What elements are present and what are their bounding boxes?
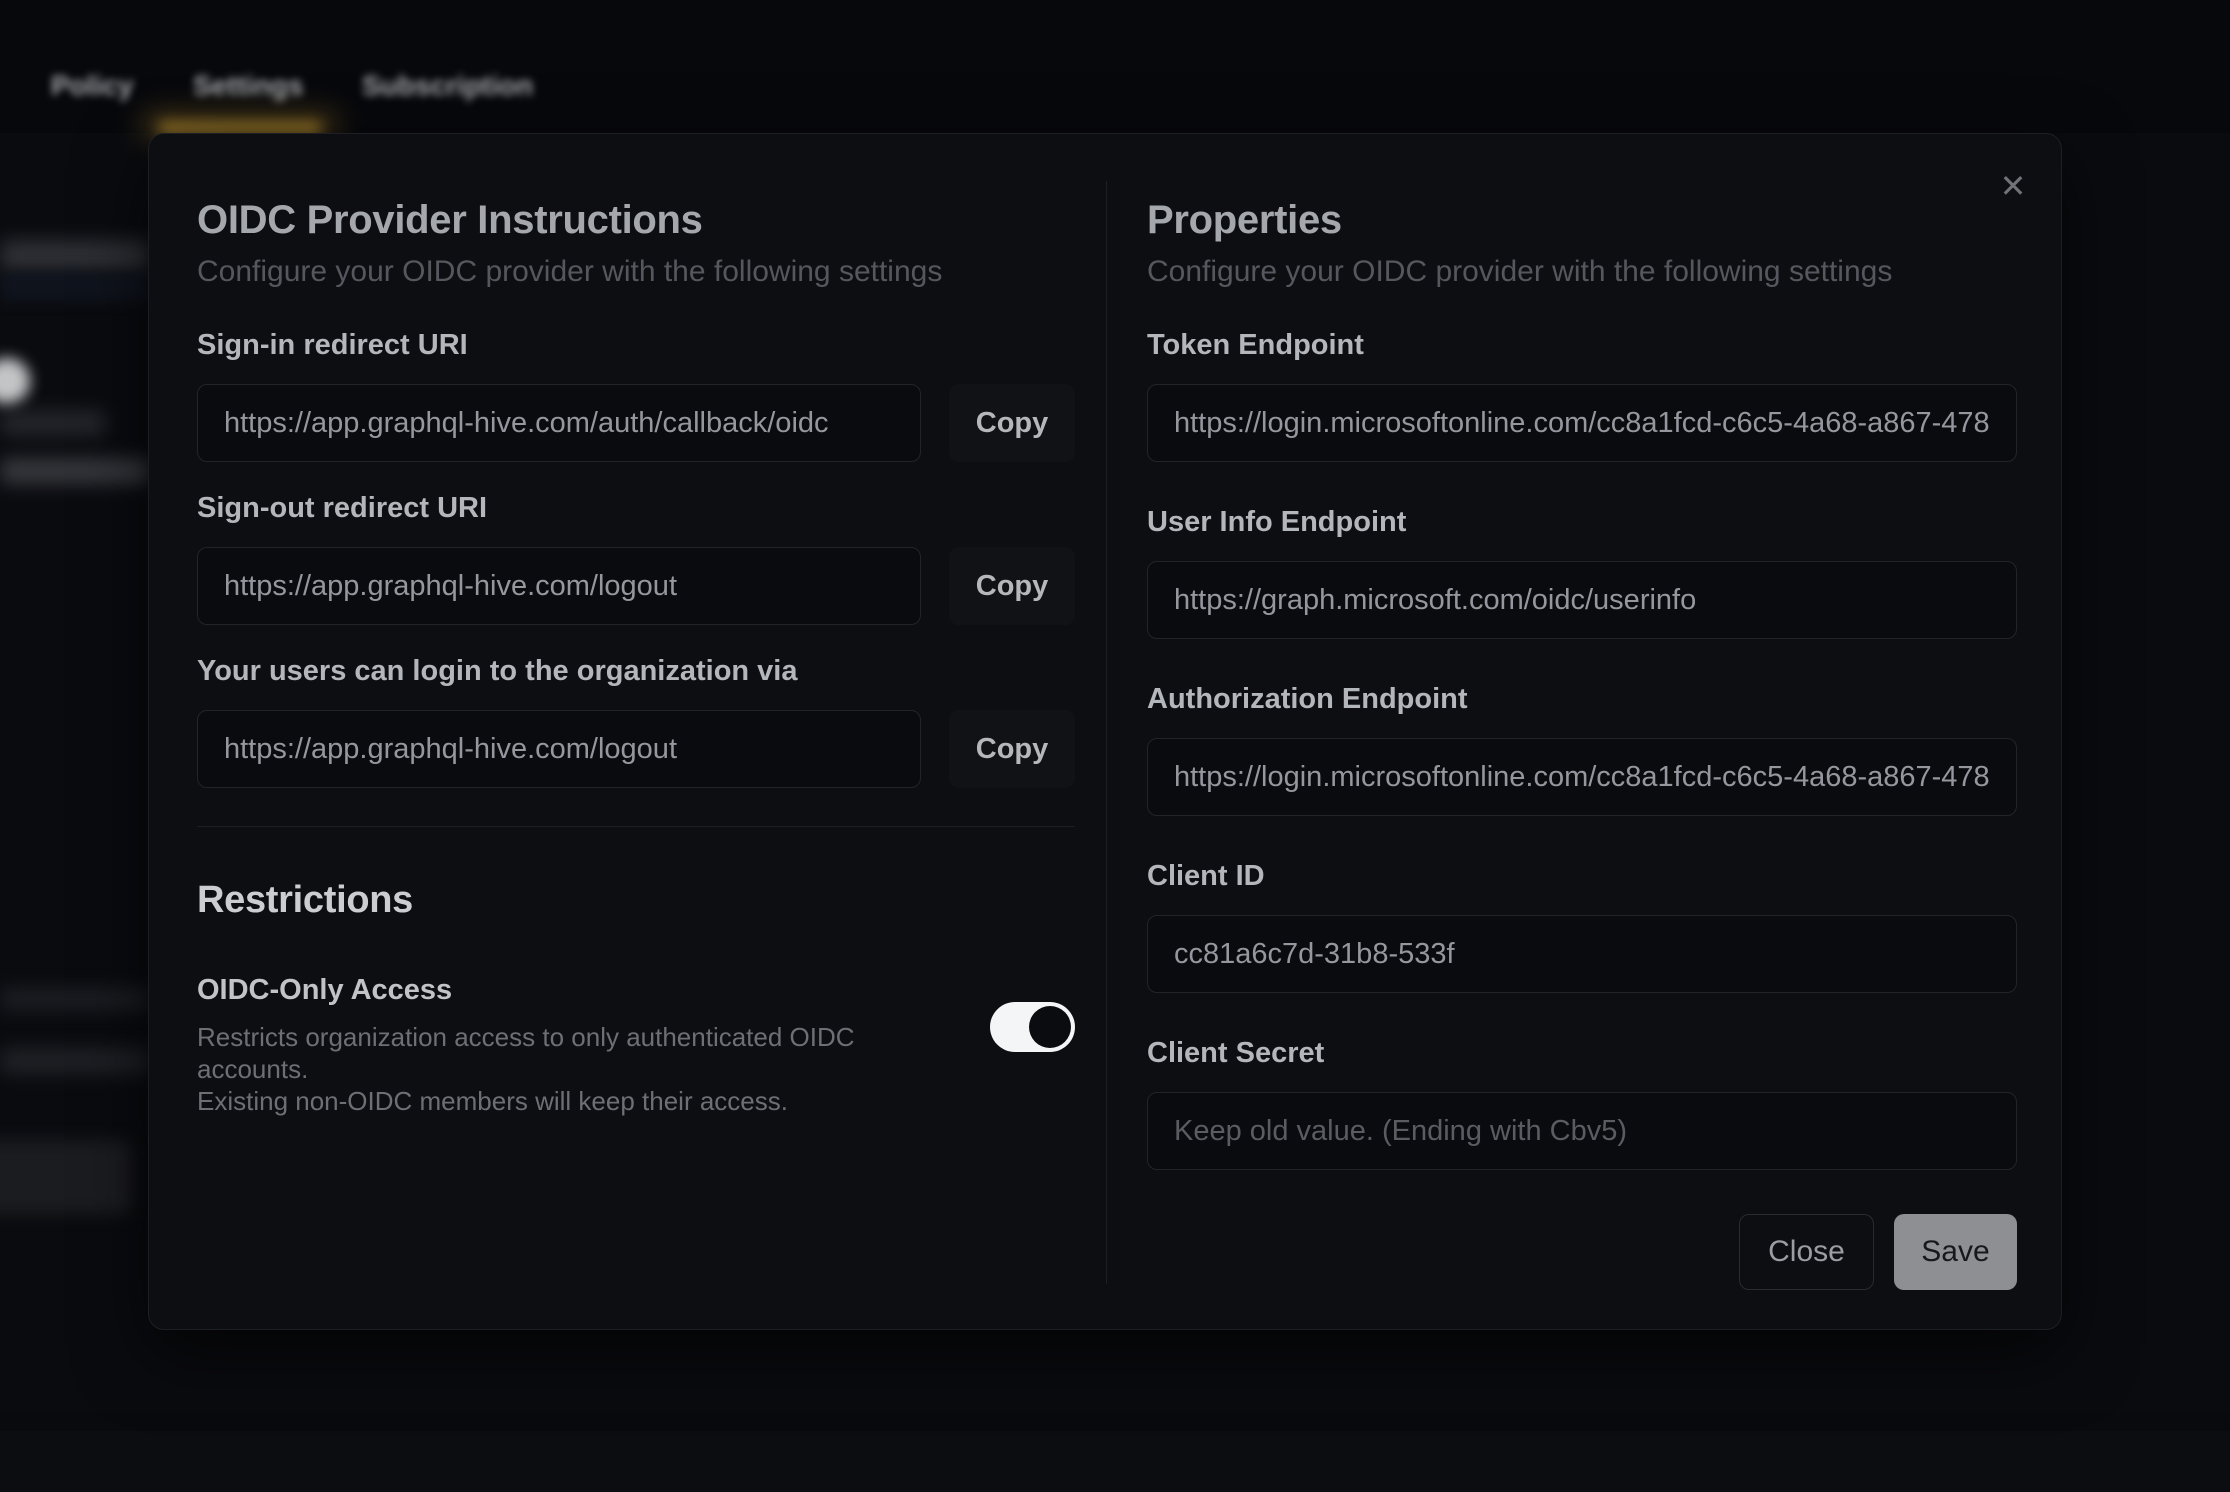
token-endpoint-input[interactable] <box>1147 384 2017 462</box>
token-endpoint-label: Token Endpoint <box>1147 329 2017 362</box>
token-endpoint-field: Token Endpoint <box>1147 329 2017 462</box>
oidc-only-access-toggle[interactable] <box>990 1002 1075 1052</box>
modal-footer: Close Save <box>1147 1214 2017 1290</box>
user-info-endpoint-field: User Info Endpoint <box>1147 506 2017 639</box>
instructions-title: OIDC Provider Instructions <box>197 198 1075 243</box>
oidc-instructions-column: OIDC Provider Instructions Configure you… <box>197 198 1075 1117</box>
sign-in-redirect-input[interactable] <box>197 384 921 462</box>
client-id-label: Client ID <box>1147 860 2017 893</box>
toggle-thumb <box>1029 1006 1071 1048</box>
background-blur-band <box>0 272 148 302</box>
background-blur-button <box>0 1140 132 1214</box>
page-bottom-area <box>0 1431 2230 1492</box>
save-button[interactable]: Save <box>1894 1214 2017 1290</box>
user-info-endpoint-label: User Info Endpoint <box>1147 506 2017 539</box>
background-blur-text <box>0 458 150 484</box>
copy-login-via-button[interactable]: Copy <box>949 710 1075 788</box>
sign-out-redirect-label: Sign-out redirect URI <box>197 492 1075 525</box>
login-via-input[interactable] <box>197 710 921 788</box>
oidc-only-access-label: OIDC-Only Access <box>197 974 897 1007</box>
background-blur-text <box>0 240 150 272</box>
top-bar-background <box>0 0 2230 133</box>
background-blur-text <box>0 410 106 436</box>
instructions-subtitle: Configure your OIDC provider with the fo… <box>197 255 1075 289</box>
oidc-only-access-description-line2: Existing non-OIDC members will keep thei… <box>197 1085 897 1117</box>
background-blur-text <box>0 1048 150 1074</box>
properties-title: Properties <box>1147 198 2017 243</box>
client-secret-field: Client Secret <box>1147 1037 2017 1170</box>
client-secret-label: Client Secret <box>1147 1037 2017 1070</box>
close-button[interactable]: Close <box>1739 1214 1874 1290</box>
authorization-endpoint-input[interactable] <box>1147 738 2017 816</box>
sign-out-redirect-input[interactable] <box>197 547 921 625</box>
column-divider <box>1106 181 1107 1284</box>
restrictions-divider <box>197 826 1075 827</box>
copy-sign-in-button[interactable]: Copy <box>949 384 1075 462</box>
tab-subscription[interactable]: Subscription <box>362 70 533 102</box>
tab-policy[interactable]: Policy <box>51 70 133 102</box>
login-via-label: Your users can login to the organization… <box>197 655 1075 688</box>
copy-sign-out-button[interactable]: Copy <box>949 547 1075 625</box>
client-id-field: Client ID <box>1147 860 2017 993</box>
sign-out-redirect-field: Sign-out redirect URI Copy <box>197 492 1075 625</box>
oidc-settings-modal: ✕ OIDC Provider Instructions Configure y… <box>148 133 2062 1330</box>
background-blur-avatar <box>0 358 30 404</box>
client-secret-input[interactable] <box>1147 1092 2017 1170</box>
authorization-endpoint-label: Authorization Endpoint <box>1147 683 2017 716</box>
client-id-input[interactable] <box>1147 915 2017 993</box>
authorization-endpoint-field: Authorization Endpoint <box>1147 683 2017 816</box>
background-blur-text <box>0 988 150 1010</box>
restrictions-heading: Restrictions <box>197 879 1075 922</box>
user-info-endpoint-input[interactable] <box>1147 561 2017 639</box>
properties-subtitle: Configure your OIDC provider with the fo… <box>1147 255 2017 289</box>
sign-in-redirect-label: Sign-in redirect URI <box>197 329 1075 362</box>
sign-in-redirect-field: Sign-in redirect URI Copy <box>197 329 1075 462</box>
oidc-only-access-row: OIDC-Only Access Restricts organization … <box>197 974 1075 1117</box>
tab-settings[interactable]: Settings <box>193 70 303 102</box>
properties-column: Properties Configure your OIDC provider … <box>1147 198 2017 1290</box>
login-via-field: Your users can login to the organization… <box>197 655 1075 788</box>
page-bottom-band <box>0 1413 2230 1431</box>
oidc-only-access-description-line1: Restricts organization access to only au… <box>197 1021 897 1085</box>
